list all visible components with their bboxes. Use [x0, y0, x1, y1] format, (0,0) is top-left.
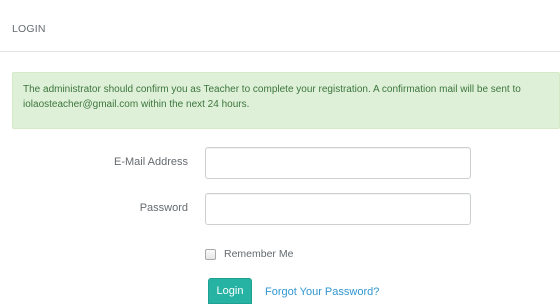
- confirmation-alert: The administrator should confirm you as …: [12, 72, 560, 129]
- panel-heading: LOGIN: [0, 0, 560, 52]
- remember-me-label[interactable]: Remember Me: [224, 248, 293, 260]
- password-row: Password: [0, 193, 560, 225]
- email-row: E-Mail Address: [0, 147, 560, 179]
- email-field[interactable]: [205, 147, 471, 179]
- remember-me-control[interactable]: Remember Me: [205, 247, 293, 261]
- remember-me-checkbox[interactable]: [205, 248, 216, 260]
- password-field[interactable]: [205, 193, 471, 225]
- email-label: E-Mail Address: [114, 156, 188, 168]
- forgot-password-link[interactable]: Forgot Your Password?: [265, 286, 379, 298]
- login-panel: LOGIN The administrator should confirm y…: [0, 0, 560, 304]
- password-label: Password: [139, 202, 188, 214]
- login-button[interactable]: Login: [208, 278, 252, 304]
